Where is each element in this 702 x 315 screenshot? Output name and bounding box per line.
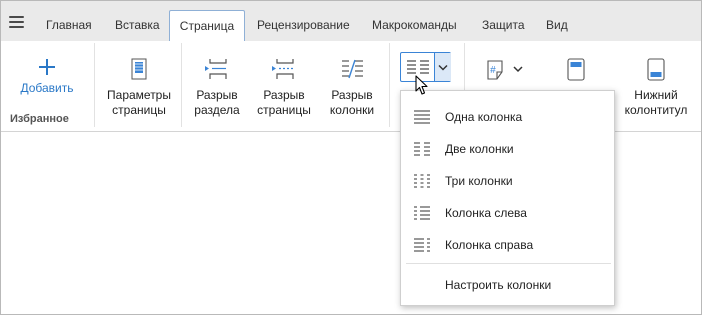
page-break-icon <box>272 59 294 79</box>
two-columns-icon <box>414 142 430 156</box>
menu-item-label: Колонка слева <box>445 206 527 220</box>
footer-label: Нижний колонтитул <box>624 88 688 117</box>
menu-item-one-column[interactable]: Одна колонка <box>401 101 614 133</box>
tab-bar: Главная Вставка Страница Рецензирование … <box>1 1 701 42</box>
ribbon-separator <box>181 43 182 127</box>
ribbon-separator <box>94 43 95 127</box>
menu-item-label: Настроить колонки <box>445 278 552 292</box>
left-column-icon <box>414 206 430 220</box>
menu-divider <box>406 263 611 264</box>
menu-item-customize-columns[interactable]: Настроить колонки <box>401 269 614 301</box>
svg-text:#: # <box>490 65 496 76</box>
add-favorite-button[interactable]: Добавить <box>20 58 74 95</box>
add-favorite-label: Добавить <box>20 81 74 95</box>
page-number-button[interactable]: # <box>481 58 527 82</box>
column-break-icon <box>342 59 363 79</box>
footer-button[interactable]: Нижний колонтитул <box>621 58 691 118</box>
section-break-icon <box>205 59 227 79</box>
favorites-group-title: Избранное <box>10 113 69 125</box>
tab-home[interactable]: Главная <box>46 10 92 42</box>
chevron-down-icon <box>438 64 448 71</box>
header-icon <box>567 58 585 81</box>
menu-item-label: Две колонки <box>445 142 514 156</box>
page-number-icon: # <box>487 60 523 80</box>
tab-view[interactable]: Вид <box>546 10 568 42</box>
column-break-label: Разрыв колонки <box>329 88 375 117</box>
page-settings-button[interactable]: Параметры страницы <box>104 58 174 118</box>
menu-icon[interactable] <box>9 16 24 28</box>
columns-icon <box>407 60 429 74</box>
menu-item-two-columns[interactable]: Две колонки <box>401 133 614 165</box>
menu-item-label: Три колонки <box>445 174 513 188</box>
page-break-label: Разрыв страницы <box>257 88 311 117</box>
tab-macros[interactable]: Макрокоманды <box>372 10 457 42</box>
tab-insert[interactable]: Вставка <box>115 10 160 42</box>
columns-menu: Одна колонка Две колонки Три колонки Кол… <box>400 90 615 306</box>
menu-item-left-column[interactable]: Колонка слева <box>401 197 614 229</box>
tab-page[interactable]: Страница <box>169 10 245 42</box>
ribbon-separator <box>389 43 390 127</box>
menu-item-three-columns[interactable]: Три колонки <box>401 165 614 197</box>
menu-item-label: Одна колонка <box>445 110 523 124</box>
plus-icon <box>39 59 55 75</box>
mouse-cursor-icon <box>415 75 428 95</box>
section-break-button[interactable]: Разрыв раздела <box>191 58 243 118</box>
menu-item-right-column[interactable]: Колонка справа <box>401 229 614 261</box>
page-settings-label: Параметры страницы <box>107 88 171 117</box>
tab-review[interactable]: Рецензирование <box>257 10 350 42</box>
columns-dropdown-arrow[interactable] <box>434 53 451 81</box>
header-button[interactable] <box>563 58 589 82</box>
footer-icon <box>647 58 665 81</box>
column-break-button[interactable]: Разрыв колонки <box>326 58 378 118</box>
one-column-icon <box>414 110 430 124</box>
tab-protect[interactable]: Защита <box>482 10 525 42</box>
right-column-icon <box>414 238 430 252</box>
three-columns-icon <box>414 174 430 188</box>
page-break-button[interactable]: Разрыв страницы <box>255 58 313 118</box>
menu-item-label: Колонка справа <box>445 238 534 252</box>
page-settings-icon <box>131 58 147 80</box>
section-break-label: Разрыв раздела <box>194 88 240 117</box>
